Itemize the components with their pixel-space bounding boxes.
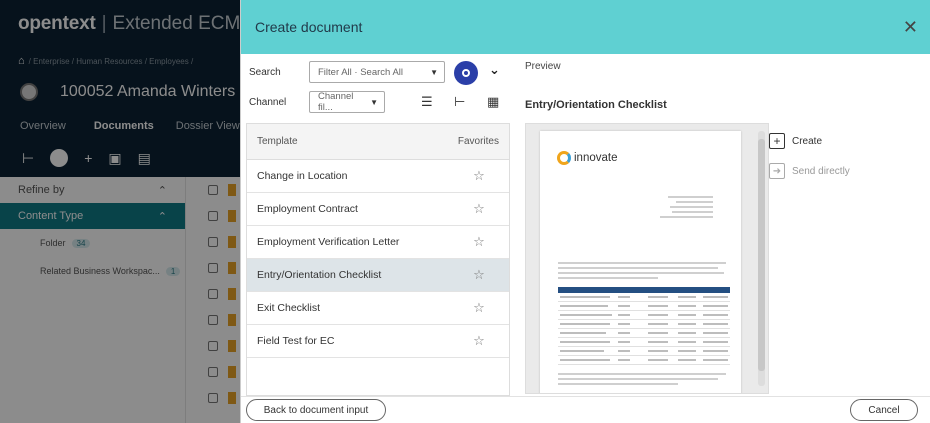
expand-search-chevron-icon[interactable]: ⌄ [489, 62, 500, 78]
template-row-selected[interactable]: Entry/Orientation Checklist ☆ [247, 259, 509, 292]
template-row[interactable]: Exit Checklist ☆ [247, 292, 509, 325]
favorite-star-icon[interactable]: ☆ [459, 201, 499, 217]
grid-view-icon[interactable]: ▦ [487, 94, 499, 110]
send-directly-button[interactable]: ➜ Send directly [769, 163, 850, 179]
logo-swirl-icon [557, 151, 571, 165]
template-list-header: Template Favorites [247, 124, 509, 160]
dialog-footer: Back to document input Cancel [241, 396, 930, 423]
background-app: opentext | Extended ECM ⌂ / Enterprise / Hu… [0, 0, 240, 423]
favorite-star-icon[interactable]: ☆ [459, 300, 499, 316]
document-preview[interactable]: innovate [525, 123, 769, 394]
search-button[interactable] [454, 61, 478, 85]
plus-icon: + [769, 133, 785, 149]
chevron-down-icon: ▼ [370, 97, 378, 107]
preview-title: Entry/Orientation Checklist [525, 99, 667, 111]
search-row: Search Filter All · Search All ▼ [249, 61, 445, 83]
preview-pane: Preview Entry/Orientation Checklist inno… [517, 54, 930, 396]
template-pane: Search Filter All · Search All ▼ ⌄ Chann… [241, 54, 517, 396]
cancel-button[interactable]: Cancel [850, 399, 918, 421]
scrollbar-thumb[interactable] [758, 139, 765, 371]
back-to-document-input-button[interactable]: Back to document input [246, 399, 386, 421]
favorite-star-icon[interactable]: ☆ [459, 267, 499, 283]
tree-view-icon[interactable]: ⊢ [454, 94, 465, 110]
create-button[interactable]: + Create [769, 133, 822, 149]
dialog-header: Create document ✕ [241, 0, 930, 54]
template-row[interactable]: Field Test for EC ☆ [247, 325, 509, 358]
innovate-logo: innovate [557, 151, 617, 165]
channel-label: Channel [249, 96, 287, 108]
template-row[interactable]: Employment Verification Letter ☆ [247, 226, 509, 259]
template-row[interactable]: Change in Location ☆ [247, 160, 509, 193]
favorite-star-icon[interactable]: ☆ [459, 333, 499, 349]
chevron-down-icon: ▼ [430, 67, 438, 77]
list-view-icon[interactable]: ☰ [421, 94, 433, 110]
template-list: Template Favorites Change in Location ☆ … [246, 123, 510, 396]
preview-scrollbar[interactable] [758, 131, 765, 386]
dialog-title: Create document [255, 19, 363, 35]
channel-row: Channel Channel fil... ▼ [249, 91, 385, 113]
search-icon [462, 69, 470, 77]
favorite-star-icon[interactable]: ☆ [459, 234, 499, 250]
template-row[interactable]: Employment Contract ☆ [247, 193, 509, 226]
search-label: Search [249, 66, 281, 78]
modal-overlay [0, 0, 240, 423]
create-document-dialog: Create document ✕ Search Filter All · Se… [240, 0, 930, 423]
search-filter-select[interactable]: Filter All · Search All ▼ [309, 61, 445, 83]
preview-label: Preview [525, 61, 561, 72]
preview-page: innovate [540, 131, 741, 393]
close-icon[interactable]: ✕ [903, 17, 918, 38]
preview-table [558, 287, 730, 365]
send-arrow-icon: ➜ [769, 163, 785, 179]
channel-filter-select[interactable]: Channel fil... ▼ [309, 91, 385, 113]
favorite-star-icon[interactable]: ☆ [459, 168, 499, 184]
